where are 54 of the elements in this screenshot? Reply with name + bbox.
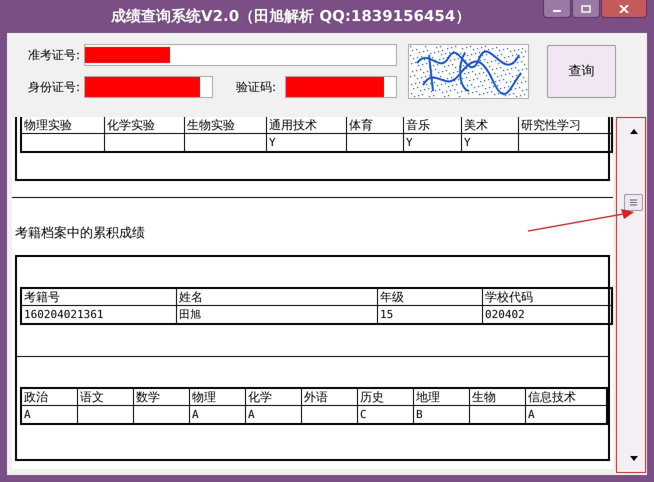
scroll-thumb[interactable] bbox=[624, 194, 644, 211]
column-header: 历史 bbox=[358, 389, 414, 406]
column-header: 年级 bbox=[378, 289, 483, 306]
column-header: 化学实验 bbox=[105, 117, 185, 134]
field-label: 验证码: bbox=[236, 78, 278, 96]
table-cell: 160204021361 bbox=[22, 306, 177, 323]
column-header: 化学 bbox=[246, 389, 302, 406]
maximize-icon bbox=[581, 4, 591, 12]
column-header: 物理 bbox=[190, 389, 246, 406]
window-title: 成绩查询系统V2.0（田旭解析 QQ:1839156454） bbox=[110, 7, 470, 26]
scroll-down-icon[interactable] bbox=[630, 456, 638, 461]
table-cell: Y bbox=[462, 134, 519, 151]
table-cell: Y bbox=[267, 134, 347, 151]
scrollbar[interactable] bbox=[621, 117, 647, 469]
input-field[interactable] bbox=[84, 44, 397, 66]
input-field[interactable] bbox=[285, 76, 397, 98]
column-header: 姓名 bbox=[177, 289, 378, 306]
column-header: 考籍号 bbox=[22, 289, 177, 306]
column-header: 美术 bbox=[462, 117, 519, 134]
table-cell: C bbox=[358, 406, 414, 423]
column-header: 信息技术 bbox=[526, 389, 607, 406]
maximize-button[interactable] bbox=[572, 0, 600, 18]
table-cell: A bbox=[526, 406, 607, 423]
table-cell: Y bbox=[404, 134, 462, 151]
field-label: 准考证号: bbox=[28, 46, 82, 64]
column-header: 外语 bbox=[302, 389, 358, 406]
column-header: 生物实验 bbox=[185, 117, 267, 134]
table-cell: A bbox=[22, 406, 78, 423]
grip-icon bbox=[630, 199, 638, 206]
close-icon bbox=[619, 4, 629, 12]
column-header: 通用技术 bbox=[267, 117, 347, 134]
column-header: 政治 bbox=[22, 389, 78, 406]
field-label: 身份证号: bbox=[28, 78, 82, 96]
column-header: 研究性学习 bbox=[519, 117, 612, 134]
query-button[interactable]: 查询 bbox=[547, 44, 616, 98]
table-cell: 15 bbox=[378, 306, 483, 323]
column-header: 地理 bbox=[414, 389, 470, 406]
column-header: 学校代码 bbox=[483, 289, 612, 306]
table-cell: B bbox=[414, 406, 470, 423]
column-header: 物理实验 bbox=[22, 117, 105, 134]
close-button[interactable] bbox=[601, 0, 647, 18]
table-cell: 020402 bbox=[483, 306, 612, 323]
column-header: 语文 bbox=[78, 389, 134, 406]
column-header: 音乐 bbox=[404, 117, 462, 134]
table-cell: A bbox=[246, 406, 302, 423]
column-header: 体育 bbox=[347, 117, 404, 134]
input-field[interactable] bbox=[84, 76, 213, 98]
section-heading: 考籍档案中的累积成绩 bbox=[15, 225, 146, 242]
table-cell: 田旭 bbox=[177, 306, 378, 323]
column-header: 生物 bbox=[470, 389, 526, 406]
column-header: 数学 bbox=[134, 389, 190, 406]
table-cell: A bbox=[190, 406, 246, 423]
scroll-up-icon[interactable] bbox=[630, 129, 638, 134]
minimize-button[interactable] bbox=[543, 0, 571, 18]
